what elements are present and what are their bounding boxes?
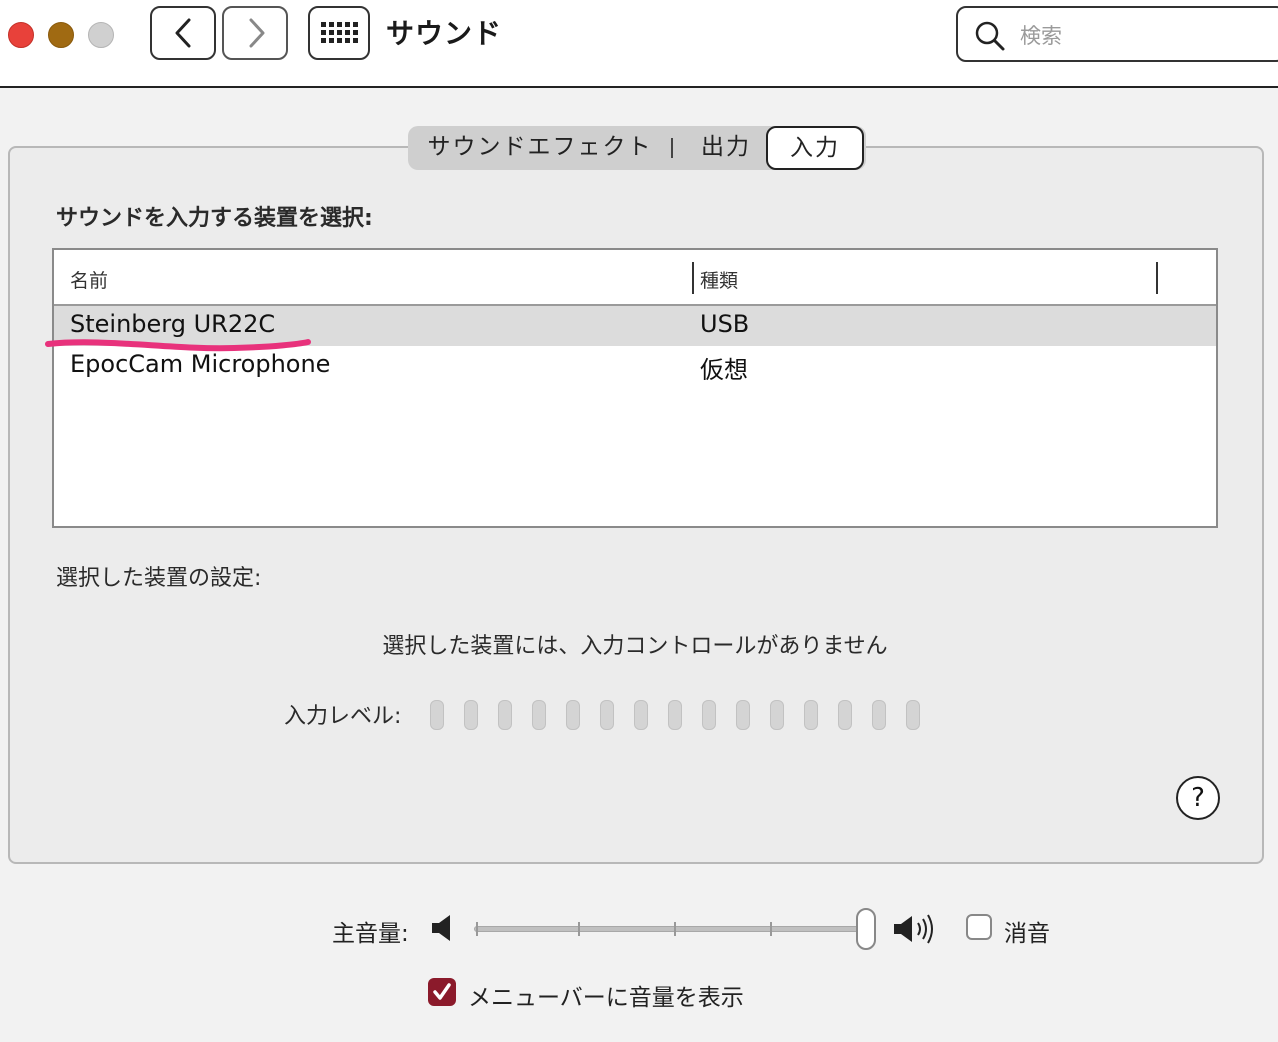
no-input-controls-message: 選択した装置には、入力コントロールがありません [382, 634, 888, 659]
level-segment [566, 700, 580, 730]
slider-tick [770, 922, 772, 936]
speaker-low-icon [432, 915, 450, 941]
tab-input[interactable]: 入力 [766, 126, 864, 170]
tab-output[interactable]: 出力 [678, 126, 774, 170]
grid-icon [321, 22, 358, 43]
mute-label: 消音 [1004, 921, 1050, 947]
zoom-window-button[interactable] [88, 22, 114, 48]
search-icon [975, 21, 1005, 51]
column-header-name[interactable]: 名前 [70, 266, 108, 293]
column-header-type[interactable]: 種類 [700, 266, 738, 293]
slider-tick [476, 922, 478, 936]
level-segment [532, 700, 546, 730]
show-volume-in-menubar-checkbox[interactable] [428, 978, 456, 1006]
tab-sound-effects[interactable]: サウンドエフェクト [408, 126, 672, 170]
level-segment [668, 700, 682, 730]
level-segment [498, 700, 512, 730]
level-segment [838, 700, 852, 730]
level-segment [770, 700, 784, 730]
table-row[interactable]: Steinberg UR22C USB [54, 306, 1216, 346]
slider-tick [578, 922, 580, 936]
device-type: USB [700, 310, 750, 338]
level-segment [600, 700, 614, 730]
search-field[interactable] [956, 6, 1278, 62]
close-window-button[interactable] [8, 22, 34, 48]
table-row[interactable]: EpocCam Microphone 仮想 [54, 346, 1216, 386]
device-settings-heading: 選択した装置の設定: [56, 566, 262, 591]
back-button[interactable] [150, 6, 216, 60]
device-select-heading: サウンドを入力する装置を選択: [56, 206, 373, 231]
level-segment [430, 700, 444, 730]
chevron-left-icon [175, 18, 191, 48]
column-divider[interactable] [692, 262, 694, 294]
level-segment [736, 700, 750, 730]
tab-separator [671, 138, 673, 158]
level-segment [634, 700, 648, 730]
checkmark-icon [433, 983, 451, 1000]
help-button[interactable]: ? [1176, 776, 1220, 820]
level-segment [906, 700, 920, 730]
level-segment [464, 700, 478, 730]
mute-checkbox[interactable] [966, 914, 992, 940]
output-volume-slider[interactable] [474, 908, 880, 950]
title-bar: サウンド [0, 0, 1278, 88]
column-divider[interactable] [1156, 262, 1158, 294]
table-header: 名前 種類 [54, 250, 1216, 306]
search-input[interactable] [1018, 18, 1262, 54]
device-name: EpocCam Microphone [70, 350, 331, 378]
level-segment [872, 700, 886, 730]
device-name: Steinberg UR22C [70, 310, 276, 338]
level-segment [804, 700, 818, 730]
level-segment [702, 700, 716, 730]
speaker-high-icon [894, 914, 933, 944]
chevron-right-icon [249, 18, 265, 48]
output-volume-label: 主音量: [332, 921, 409, 947]
device-type: 仮想 [700, 356, 748, 384]
show-volume-in-menubar-label: メニューバーに音量を表示 [468, 985, 744, 1011]
input-level-label: 入力レベル: [284, 704, 402, 729]
minimize-window-button[interactable] [48, 22, 74, 48]
slider-tick [674, 922, 676, 936]
forward-button[interactable] [222, 6, 288, 60]
slider-track[interactable] [474, 926, 860, 932]
tab-bar: サウンドエフェクト 出力 入力 [408, 126, 866, 170]
window-title: サウンド [386, 17, 503, 50]
input-device-table[interactable]: 名前 種類 Steinberg UR22C USB EpocCam Microp… [52, 248, 1218, 528]
show-all-button[interactable] [308, 6, 370, 60]
slider-thumb[interactable] [856, 908, 876, 950]
